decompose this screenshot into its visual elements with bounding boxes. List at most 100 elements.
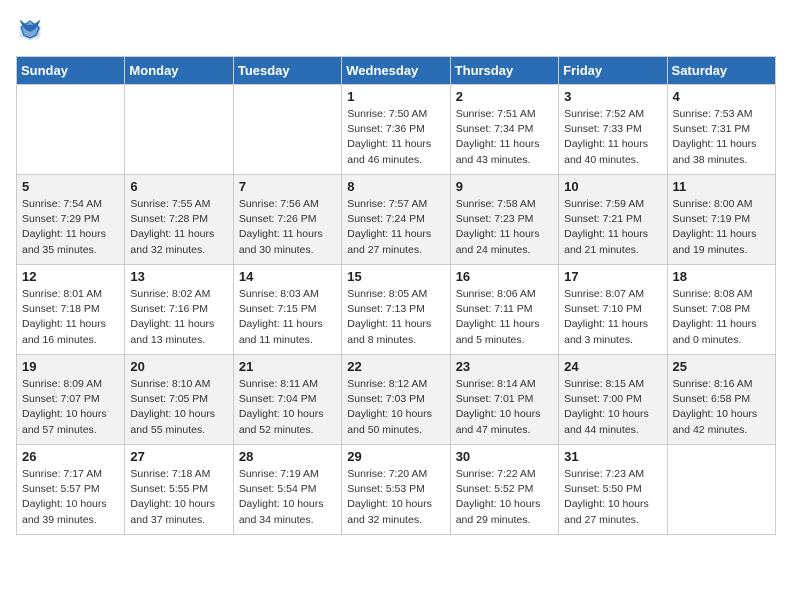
day-number: 19 (22, 359, 119, 374)
calendar-cell: 30 Sunrise: 7:22 AM Sunset: 5:52 PM Dayli… (450, 445, 558, 535)
day-info: Sunrise: 7:52 AM Sunset: 7:33 PM Dayligh… (564, 107, 661, 168)
weekday-header: Saturday (667, 57, 775, 85)
calendar-cell: 4 Sunrise: 7:53 AM Sunset: 7:31 PM Daylig… (667, 85, 775, 175)
day-number: 29 (347, 449, 444, 464)
day-number: 9 (456, 179, 553, 194)
calendar-cell: 18 Sunrise: 8:08 AM Sunset: 7:08 PM Dayli… (667, 265, 775, 355)
day-info: Sunrise: 7:53 AM Sunset: 7:31 PM Dayligh… (673, 107, 770, 168)
calendar-cell: 14 Sunrise: 8:03 AM Sunset: 7:15 PM Dayli… (233, 265, 341, 355)
day-number: 1 (347, 89, 444, 104)
day-info: Sunrise: 8:16 AM Sunset: 6:58 PM Dayligh… (673, 377, 770, 438)
day-number: 7 (239, 179, 336, 194)
calendar-cell: 15 Sunrise: 8:05 AM Sunset: 7:13 PM Dayli… (342, 265, 450, 355)
day-number: 13 (130, 269, 227, 284)
calendar-week-row: 26Sunrise: 7:17 AM Sunset: 5:57 PM Dayli… (17, 445, 776, 535)
day-number: 25 (673, 359, 770, 374)
day-info: Sunrise: 7:51 AM Sunset: 7:34 PM Dayligh… (456, 107, 553, 168)
day-number: 30 (456, 449, 553, 464)
calendar-cell: 2 Sunrise: 7:51 AM Sunset: 7:34 PM Daylig… (450, 85, 558, 175)
calendar-cell: 12 Sunrise: 8:01 AM Sunset: 7:18 PM Dayli… (17, 265, 125, 355)
calendar-week-row: 12 Sunrise: 8:01 AM Sunset: 7:18 PM Dayli… (17, 265, 776, 355)
day-number: 27 (130, 449, 227, 464)
day-info: Sunrise: 8:03 AM Sunset: 7:15 PM Dayligh… (239, 287, 336, 348)
day-number: 15 (347, 269, 444, 284)
weekday-header-row: SundayMondayTuesdayWednesdayThursdayFrid… (17, 57, 776, 85)
weekday-header: Thursday (450, 57, 558, 85)
day-info: Sunrise: 8:09 AM Sunset: 7:07 PM Dayligh… (22, 377, 119, 438)
day-info: Sunrise: 7:23 AM Sunset: 5:50 PM Dayligh… (564, 467, 661, 528)
day-number: 17 (564, 269, 661, 284)
calendar-cell: 13 Sunrise: 8:02 AM Sunset: 7:16 PM Dayli… (125, 265, 233, 355)
day-info: Sunrise: 8:10 AM Sunset: 7:05 PM Dayligh… (130, 377, 227, 438)
calendar-cell: 1Sunrise: 7:50 AM Sunset: 7:36 PM Daylig… (342, 85, 450, 175)
day-number: 20 (130, 359, 227, 374)
day-number: 22 (347, 359, 444, 374)
day-info: Sunrise: 8:14 AM Sunset: 7:01 PM Dayligh… (456, 377, 553, 438)
day-number: 10 (564, 179, 661, 194)
calendar-cell: 11 Sunrise: 8:00 AM Sunset: 7:19 PM Dayli… (667, 175, 775, 265)
day-info: Sunrise: 8:05 AM Sunset: 7:13 PM Dayligh… (347, 287, 444, 348)
day-info: Sunrise: 8:15 AM Sunset: 7:00 PM Dayligh… (564, 377, 661, 438)
calendar-cell (17, 85, 125, 175)
day-number: 14 (239, 269, 336, 284)
day-number: 16 (456, 269, 553, 284)
calendar-cell: 5 Sunrise: 7:54 AM Sunset: 7:29 PM Daylig… (17, 175, 125, 265)
day-number: 31 (564, 449, 661, 464)
day-number: 5 (22, 179, 119, 194)
weekday-header: Wednesday (342, 57, 450, 85)
calendar-week-row: 19 Sunrise: 8:09 AM Sunset: 7:07 PM Dayli… (17, 355, 776, 445)
day-info: Sunrise: 8:11 AM Sunset: 7:04 PM Dayligh… (239, 377, 336, 438)
day-info: Sunrise: 8:06 AM Sunset: 7:11 PM Dayligh… (456, 287, 553, 348)
calendar-cell (233, 85, 341, 175)
calendar-cell: 21Sunrise: 8:11 AM Sunset: 7:04 PM Dayli… (233, 355, 341, 445)
calendar-cell: 23Sunrise: 8:14 AM Sunset: 7:01 PM Dayli… (450, 355, 558, 445)
calendar-cell: 31 Sunrise: 7:23 AM Sunset: 5:50 PM Dayli… (559, 445, 667, 535)
day-number: 3 (564, 89, 661, 104)
day-info: Sunrise: 7:58 AM Sunset: 7:23 PM Dayligh… (456, 197, 553, 258)
weekday-header: Friday (559, 57, 667, 85)
calendar-cell: 24Sunrise: 8:15 AM Sunset: 7:00 PM Dayli… (559, 355, 667, 445)
page-header (16, 16, 776, 44)
day-number: 8 (347, 179, 444, 194)
weekday-header: Sunday (17, 57, 125, 85)
calendar-cell: 19 Sunrise: 8:09 AM Sunset: 7:07 PM Dayli… (17, 355, 125, 445)
calendar-cell: 9 Sunrise: 7:58 AM Sunset: 7:23 PM Daylig… (450, 175, 558, 265)
day-info: Sunrise: 8:12 AM Sunset: 7:03 PM Dayligh… (347, 377, 444, 438)
day-info: Sunrise: 7:54 AM Sunset: 7:29 PM Dayligh… (22, 197, 119, 258)
day-info: Sunrise: 7:17 AM Sunset: 5:57 PM Dayligh… (22, 467, 119, 528)
day-info: Sunrise: 7:56 AM Sunset: 7:26 PM Dayligh… (239, 197, 336, 258)
day-info: Sunrise: 7:22 AM Sunset: 5:52 PM Dayligh… (456, 467, 553, 528)
calendar-cell: 27Sunrise: 7:18 AM Sunset: 5:55 PM Dayli… (125, 445, 233, 535)
day-info: Sunrise: 7:19 AM Sunset: 5:54 PM Dayligh… (239, 467, 336, 528)
day-info: Sunrise: 7:57 AM Sunset: 7:24 PM Dayligh… (347, 197, 444, 258)
calendar-cell: 8 Sunrise: 7:57 AM Sunset: 7:24 PM Daylig… (342, 175, 450, 265)
day-number: 18 (673, 269, 770, 284)
calendar-week-row: 5 Sunrise: 7:54 AM Sunset: 7:29 PM Daylig… (17, 175, 776, 265)
day-info: Sunrise: 8:07 AM Sunset: 7:10 PM Dayligh… (564, 287, 661, 348)
calendar-cell: 10 Sunrise: 7:59 AM Sunset: 7:21 PM Dayli… (559, 175, 667, 265)
calendar-cell: 3 Sunrise: 7:52 AM Sunset: 7:33 PM Daylig… (559, 85, 667, 175)
day-info: Sunrise: 7:55 AM Sunset: 7:28 PM Dayligh… (130, 197, 227, 258)
day-info: Sunrise: 8:01 AM Sunset: 7:18 PM Dayligh… (22, 287, 119, 348)
day-info: Sunrise: 8:00 AM Sunset: 7:19 PM Dayligh… (673, 197, 770, 258)
day-info: Sunrise: 8:08 AM Sunset: 7:08 PM Dayligh… (673, 287, 770, 348)
calendar-cell: 28 Sunrise: 7:19 AM Sunset: 5:54 PM Dayli… (233, 445, 341, 535)
calendar-cell (125, 85, 233, 175)
weekday-header: Tuesday (233, 57, 341, 85)
calendar-table: SundayMondayTuesdayWednesdayThursdayFrid… (16, 56, 776, 535)
day-number: 4 (673, 89, 770, 104)
calendar-cell (667, 445, 775, 535)
logo (16, 16, 48, 44)
calendar-cell: 25 Sunrise: 8:16 AM Sunset: 6:58 PM Dayli… (667, 355, 775, 445)
calendar-cell: 29Sunrise: 7:20 AM Sunset: 5:53 PM Dayli… (342, 445, 450, 535)
day-info: Sunrise: 8:02 AM Sunset: 7:16 PM Dayligh… (130, 287, 227, 348)
day-number: 6 (130, 179, 227, 194)
calendar-cell: 17 Sunrise: 8:07 AM Sunset: 7:10 PM Dayli… (559, 265, 667, 355)
calendar-cell: 7 Sunrise: 7:56 AM Sunset: 7:26 PM Daylig… (233, 175, 341, 265)
day-info: Sunrise: 7:59 AM Sunset: 7:21 PM Dayligh… (564, 197, 661, 258)
day-number: 12 (22, 269, 119, 284)
logo-icon (16, 16, 44, 44)
day-number: 28 (239, 449, 336, 464)
day-number: 11 (673, 179, 770, 194)
day-number: 2 (456, 89, 553, 104)
